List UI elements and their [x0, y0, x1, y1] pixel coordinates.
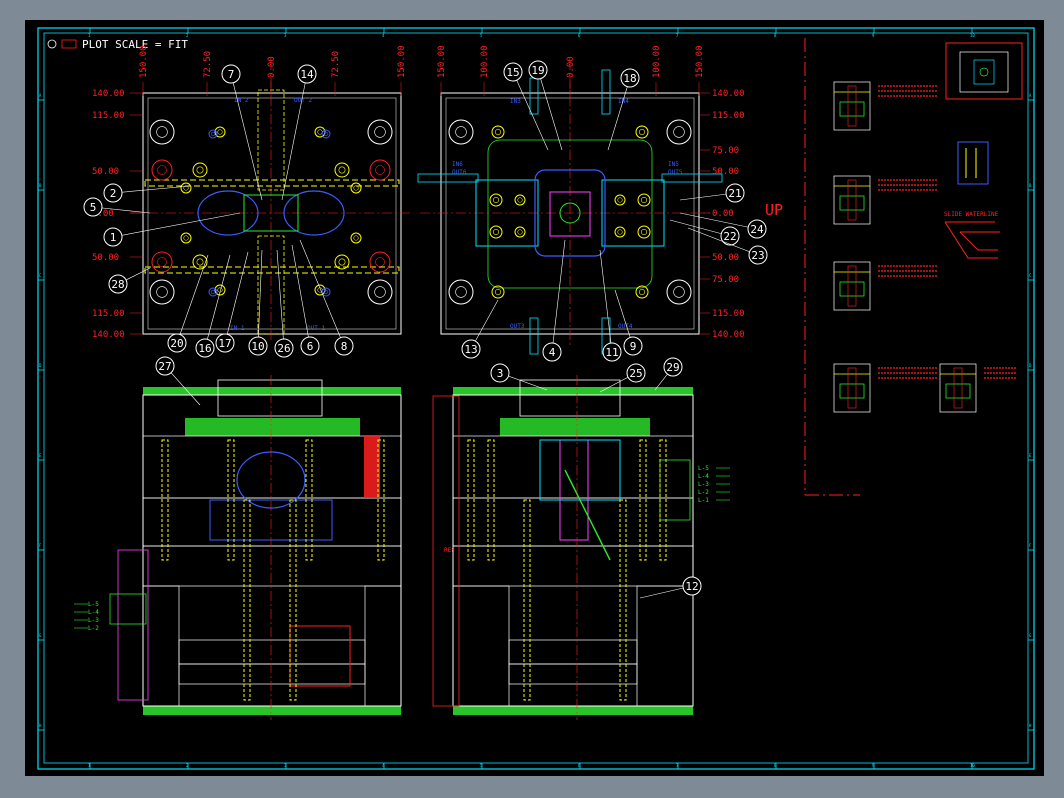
x-dimension-label: 72.50 [203, 51, 213, 78]
tr-label-in5: IN5 [668, 161, 679, 168]
x-dimension-label: 100.00 [480, 45, 490, 78]
water-line-label: L-1 [698, 497, 709, 504]
balloon-number: 10 [251, 340, 264, 353]
plot-title: PLOT SCALE = FIT [82, 38, 188, 51]
balloon-number: 6 [307, 340, 314, 353]
y-dimension-label: 140.00 [92, 89, 125, 99]
water-line-label: L-3 [88, 617, 99, 624]
water-line-label: L-3 [698, 481, 709, 488]
water-line-label: L-5 [88, 601, 99, 608]
balloon-number: 15 [506, 66, 519, 79]
slide-waterline-label: SLIDE WATERLINE [944, 211, 999, 218]
x-dimension-label: 72.50 [331, 51, 341, 78]
x-dimension-label: 150.00 [397, 45, 407, 78]
y-dimension-label: 115.00 [712, 111, 745, 121]
balloon-number: 1 [110, 231, 117, 244]
water-line-label: L-2 [698, 489, 709, 496]
balloon-number: 22 [723, 230, 736, 243]
y-dimension-label: 75.00 [712, 146, 739, 156]
tr-label-out6: OUT6 [452, 169, 467, 176]
x-dimension-label: 0.00 [267, 56, 277, 78]
water-line-label: L-4 [698, 473, 709, 480]
br-bottom-clamp-plate [453, 706, 693, 715]
y-dimension-label: 140.00 [712, 89, 745, 99]
tl-label-out1: OUT 1 [307, 325, 325, 332]
y-dimension-label: 50.00 [712, 253, 739, 263]
balloon-number: 28 [111, 278, 124, 291]
y-dimension-label: 50.00 [92, 167, 119, 177]
balloon-number: 4 [549, 346, 556, 359]
x-dimension-label: 0.00 [566, 56, 576, 78]
y-dimension-label: 50.00 [92, 253, 119, 263]
balloon-number: 17 [218, 337, 231, 350]
balloon-number: 20 [170, 337, 183, 350]
water-line-label: L-4 [88, 609, 99, 616]
balloon-number: 14 [300, 68, 314, 81]
bl-top-clamp-plate [143, 387, 401, 395]
up-label: UP [765, 201, 783, 219]
water-line-label: L-5 [698, 465, 709, 472]
balloon-number: 21 [728, 187, 741, 200]
x-dimension-label: 150.00 [139, 45, 149, 78]
y-dimension-label: 0.00 [712, 209, 734, 219]
br-a-plate-hatch [500, 418, 650, 436]
balloon-number: 11 [605, 346, 618, 359]
water-line-label: L-2 [88, 625, 99, 632]
drawing-sheet [25, 20, 1044, 776]
tr-label-out5: OUT5 [668, 169, 683, 176]
y-dimension-label: 140.00 [712, 330, 745, 340]
balloon-number: 26 [277, 342, 290, 355]
bl-bottom-clamp-plate [143, 706, 401, 715]
balloon-number: 7 [228, 68, 235, 81]
br-top-clamp-plate [453, 387, 693, 395]
balloon-number: 16 [198, 342, 211, 355]
balloon-number: 8 [341, 340, 348, 353]
y-dimension-label: 50.00 [712, 167, 739, 177]
tr-label-out4: OUT4 [618, 323, 633, 330]
y-dimension-label: 115.00 [92, 111, 125, 121]
bl-a-plate-hatch [185, 418, 360, 436]
balloon-number: 18 [623, 72, 636, 85]
balloon-number: 5 [90, 201, 97, 214]
tl-label-out2: OUT 2 [294, 97, 312, 104]
tr-label-out3: OUT3 [510, 323, 525, 330]
balloon-number: 3 [497, 367, 504, 380]
balloon-number: 29 [666, 361, 679, 374]
x-dimension-label: 150.00 [695, 45, 705, 78]
cad-drawing: 11223344556677889910101111AABBCCDDEEFFGG… [25, 20, 1044, 776]
x-dimension-label: 100.00 [652, 45, 662, 78]
br-ref-label: REF [444, 547, 455, 554]
border-tick-label-top: 10 [970, 33, 975, 38]
balloon-number: 19 [531, 64, 544, 77]
balloon-number: 12 [685, 580, 698, 593]
balloon-number: 27 [158, 360, 171, 373]
y-dimension-label: 115.00 [712, 309, 745, 319]
tr-label-in6: IN6 [452, 161, 463, 168]
balloon-number: 2 [110, 187, 117, 200]
y-dimension-label: 140.00 [92, 330, 125, 340]
balloon-number: 13 [464, 343, 477, 356]
balloon-number: 9 [630, 340, 637, 353]
border-tick-label-bottom: 10 [970, 763, 975, 768]
balloon-number: 23 [751, 249, 764, 262]
balloon-number: 24 [750, 223, 764, 236]
x-dimension-label: 150.00 [437, 45, 447, 78]
y-dimension-label: 75.00 [712, 275, 739, 285]
tl-label-in1: IN 1 [230, 325, 245, 332]
tr-label-in3: IN3 [510, 98, 521, 105]
balloon-number: 25 [629, 367, 642, 380]
tl-label-in2: IN 2 [234, 97, 249, 104]
y-dimension-label: 115.00 [92, 309, 125, 319]
